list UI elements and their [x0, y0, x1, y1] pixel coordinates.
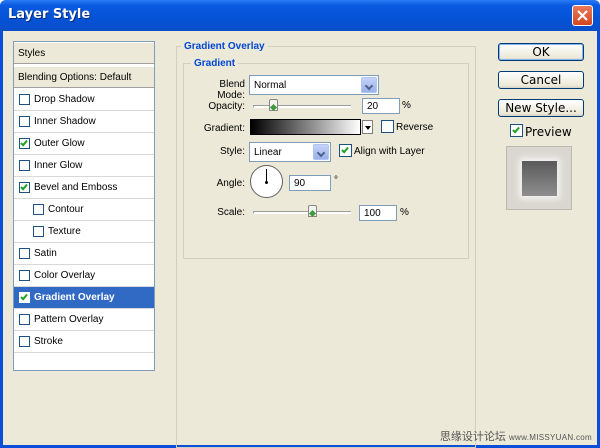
style-item-checkbox[interactable]: [33, 204, 44, 215]
reverse-checkbox[interactable]: [381, 120, 394, 133]
style-item-label: Inner Shadow: [34, 116, 96, 127]
styles-list: Styles Blending Options: Default Drop Sh…: [13, 41, 155, 371]
style-value: Linear: [254, 147, 282, 158]
style-item-label: Stroke: [34, 336, 63, 347]
blend-mode-value: Normal: [254, 80, 287, 91]
angle-dial-center: [265, 181, 268, 184]
opacity-unit: %: [402, 100, 411, 111]
new-style-button[interactable]: New Style...: [498, 99, 584, 117]
preview-label: Preview: [525, 125, 572, 139]
style-item-label: Texture: [48, 226, 81, 237]
style-item-checkbox[interactable]: [19, 336, 30, 347]
section-title: Gradient Overlay: [181, 41, 268, 52]
opacity-label: Opacity:: [208, 101, 245, 112]
style-item-checkbox[interactable]: [19, 248, 30, 259]
angle-dial[interactable]: [250, 165, 283, 198]
window-title: Layer Style: [8, 7, 91, 22]
style-item-label: Bevel and Emboss: [34, 182, 118, 193]
style-preview: [506, 146, 572, 210]
checkmark-icon: [341, 145, 349, 154]
style-item-checkbox[interactable]: [33, 226, 44, 237]
style-item-label: Drop Shadow: [34, 94, 95, 105]
style-item[interactable]: Pattern Overlay: [14, 309, 154, 331]
angle-label: Angle:: [216, 178, 245, 189]
checkmark-icon: [20, 182, 28, 191]
style-item[interactable]: Stroke: [14, 331, 154, 353]
opacity-input[interactable]: 20: [362, 98, 400, 114]
gradient-label: Gradient:: [203, 123, 245, 134]
style-item-checkbox[interactable]: [19, 314, 30, 325]
blend-mode-label: Blend Mode:: [217, 79, 245, 101]
layer-style-dialog: Layer Style Styles Blending Options: Def…: [0, 0, 600, 448]
style-item[interactable]: Outer Glow: [14, 133, 154, 155]
style-item-label: Outer Glow: [34, 138, 85, 149]
reverse-label: Reverse: [396, 122, 434, 133]
preview-checkbox[interactable]: [510, 124, 523, 137]
style-item-checkbox[interactable]: [19, 138, 30, 149]
style-item-checkbox[interactable]: [19, 182, 30, 193]
style-item-checkbox[interactable]: [19, 116, 30, 127]
scale-label: Scale:: [217, 207, 245, 218]
title-bar[interactable]: Layer Style: [0, 0, 600, 31]
dialog-body: Styles Blending Options: Default Drop Sh…: [3, 31, 597, 448]
style-item-label: Gradient Overlay: [34, 292, 115, 303]
align-with-layer-checkbox[interactable]: [339, 144, 352, 157]
style-item[interactable]: Contour: [14, 199, 154, 221]
scale-slider-track[interactable]: [253, 211, 351, 214]
blend-mode-select[interactable]: Normal: [249, 75, 379, 95]
cancel-button[interactable]: Cancel: [498, 71, 584, 89]
style-item[interactable]: Satin: [14, 243, 154, 265]
checkmark-icon: [20, 292, 28, 301]
chevron-down-icon: [361, 77, 377, 93]
gradient-swatch[interactable]: [250, 119, 361, 135]
style-item-label: Pattern Overlay: [34, 314, 104, 325]
style-select[interactable]: Linear: [249, 142, 331, 162]
style-item-checkbox[interactable]: [19, 270, 30, 281]
style-label: Style:: [219, 146, 245, 157]
style-item[interactable]: Gradient Overlay: [14, 287, 154, 309]
styles-list-header[interactable]: Styles: [14, 42, 154, 64]
ok-button[interactable]: OK: [498, 43, 584, 61]
align-with-layer-label: Align with Layer: [354, 146, 425, 157]
style-item-checkbox[interactable]: [19, 94, 30, 105]
style-item[interactable]: Drop Shadow: [14, 89, 154, 111]
scale-unit: %: [400, 207, 409, 218]
scale-slider-thumb[interactable]: [307, 205, 317, 217]
style-item-label: Inner Glow: [34, 160, 83, 171]
angle-unit: °: [334, 175, 338, 186]
blending-options-item[interactable]: Blending Options: Default: [14, 66, 154, 88]
close-button[interactable]: [572, 5, 593, 26]
opacity-slider-thumb[interactable]: [268, 99, 278, 111]
style-item[interactable]: Inner Glow: [14, 155, 154, 177]
style-item-label: Contour: [48, 204, 84, 215]
checkmark-icon: [20, 138, 28, 147]
style-item-label: Color Overlay: [34, 270, 96, 281]
angle-input[interactable]: 90: [289, 175, 331, 191]
style-item-label: Satin: [34, 248, 57, 259]
group-title: Gradient: [191, 58, 239, 69]
watermark: 思缘设计论坛 www.MISSYUAN.com: [440, 428, 592, 444]
opacity-slider-track[interactable]: [253, 105, 351, 108]
preview-thumbnail: [522, 161, 557, 196]
style-item[interactable]: Color Overlay: [14, 265, 154, 287]
watermark-url: www.MISSYUAN.com: [508, 433, 592, 442]
style-item[interactable]: Inner Shadow: [14, 111, 154, 133]
checkmark-icon: [512, 125, 520, 134]
scale-input[interactable]: 100: [359, 205, 397, 221]
gradient-picker-arrow[interactable]: [362, 120, 373, 134]
style-item[interactable]: Bevel and Emboss: [14, 177, 154, 199]
close-icon: [577, 10, 588, 21]
style-item[interactable]: Texture: [14, 221, 154, 243]
style-item-checkbox[interactable]: [19, 292, 30, 303]
style-item-checkbox[interactable]: [19, 160, 30, 171]
chevron-down-icon: [313, 144, 329, 160]
watermark-text: 思缘设计论坛: [439, 431, 506, 443]
